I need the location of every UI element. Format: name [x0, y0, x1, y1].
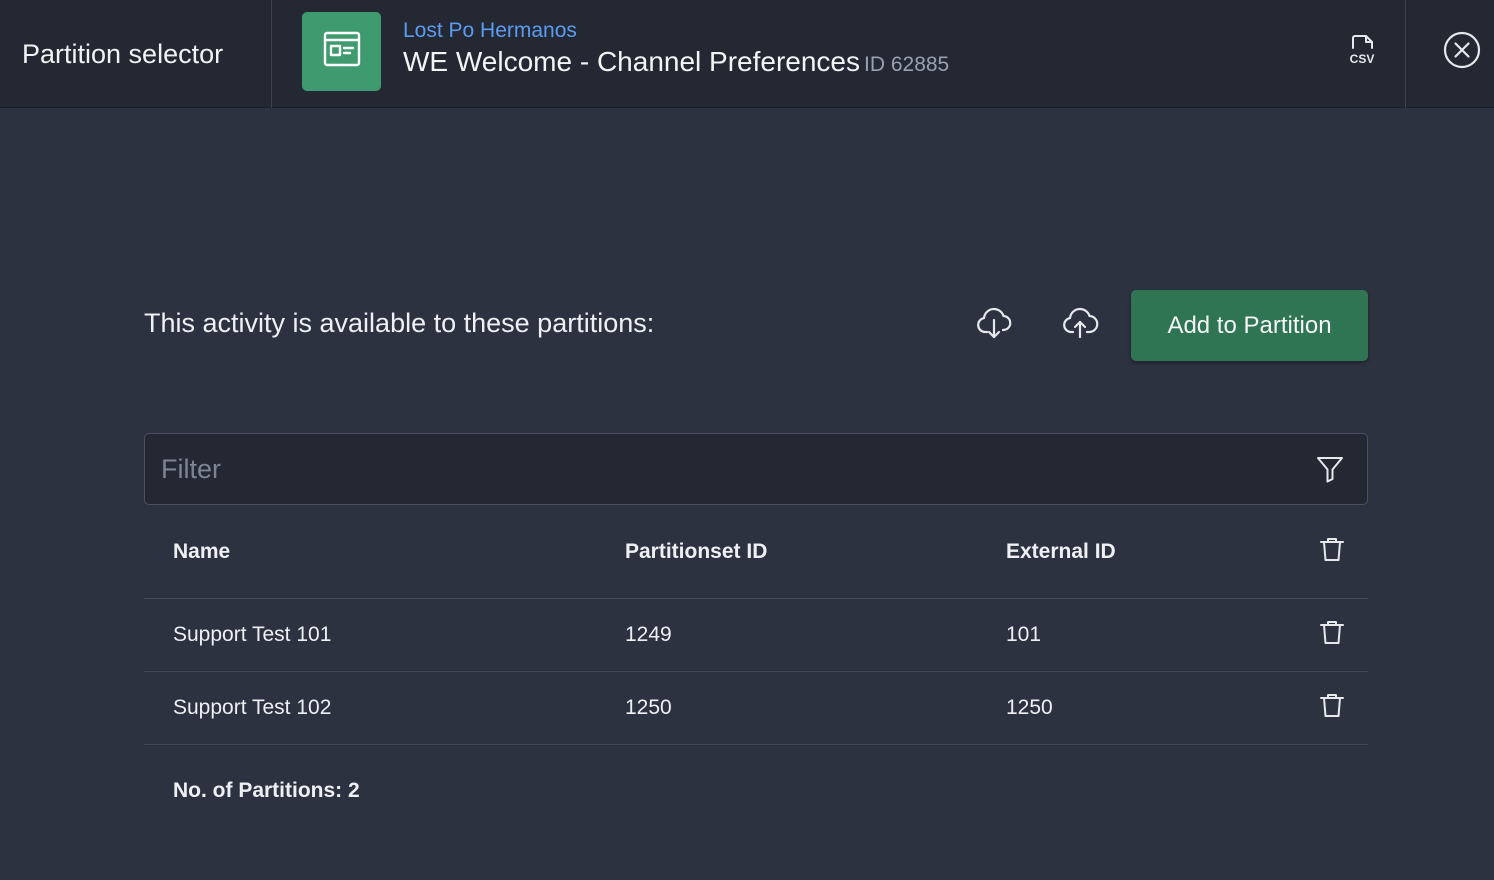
table-row[interactable]: Support Test 101 1249 101: [144, 599, 1368, 672]
filter-box: [144, 433, 1368, 505]
header-bar: Partition selector Lost Po Hermanos WE W…: [0, 0, 1494, 108]
trash-icon: [1318, 535, 1346, 569]
table-header-row: Name Partitionset ID External ID: [144, 505, 1368, 599]
close-circle-icon: [1442, 30, 1482, 75]
csv-icon-label: CSV: [1350, 52, 1375, 66]
availability-heading: This activity is available to these part…: [144, 308, 655, 338]
partition-count-value: 2: [348, 779, 360, 802]
column-header-partitionset-id: Partitionset ID: [625, 539, 768, 563]
activity-title: WE Welcome - Channel Preferences ID 62885: [403, 46, 949, 78]
activity-window-icon: [322, 29, 362, 74]
row-partitionset-id: 1250: [625, 696, 672, 719]
trash-icon: [1318, 618, 1346, 652]
activity-id: ID 62885: [864, 53, 950, 76]
column-header-name: Name: [173, 539, 231, 563]
trash-icon: [1318, 691, 1346, 725]
close-button[interactable]: [1440, 30, 1484, 74]
csv-export-button[interactable]: CSV: [1340, 30, 1384, 74]
page-title: Partition selector: [0, 0, 272, 108]
activity-badge: [302, 12, 381, 91]
partition-count-label: No. of Partitions:: [173, 779, 343, 802]
header-divider: [1405, 0, 1406, 108]
download-button[interactable]: [972, 303, 1016, 347]
row-partitionset-id: 1249: [625, 623, 672, 646]
delete-row-button[interactable]: [1312, 672, 1352, 744]
csv-export-icon: CSV: [1344, 32, 1380, 73]
org-name-link[interactable]: Lost Po Hermanos: [403, 19, 577, 43]
row-external-id: 1250: [1006, 696, 1053, 719]
cloud-upload-icon: [1061, 304, 1099, 347]
cloud-download-icon: [975, 304, 1013, 347]
row-name: Support Test 102: [173, 696, 332, 719]
partition-count: No. of Partitions: 2: [173, 779, 360, 803]
upload-button[interactable]: [1058, 303, 1102, 347]
partitions-table: Name Partitionset ID External ID Support…: [144, 505, 1368, 745]
delete-row-button[interactable]: [1312, 599, 1352, 671]
funnel-filter-icon[interactable]: [1313, 452, 1347, 486]
delete-all-button[interactable]: [1312, 505, 1352, 598]
filter-input[interactable]: [145, 434, 1295, 504]
table-row[interactable]: Support Test 102 1250 1250: [144, 672, 1368, 745]
column-header-external-id: External ID: [1006, 539, 1116, 563]
row-name: Support Test 101: [173, 623, 332, 646]
row-external-id: 101: [1006, 623, 1042, 646]
add-to-partition-button[interactable]: Add to Partition: [1131, 290, 1368, 361]
activity-title-text: WE Welcome - Channel Preferences: [403, 46, 860, 77]
